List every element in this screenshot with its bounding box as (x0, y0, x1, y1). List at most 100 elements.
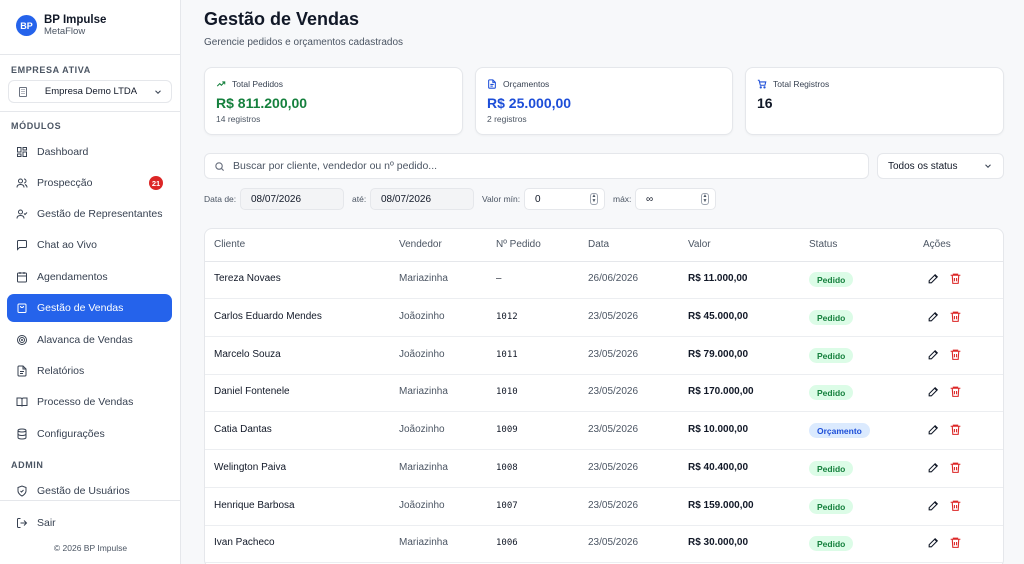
brand-logo: BP (16, 15, 37, 36)
company-select[interactable]: Empresa Demo LTDA (8, 80, 172, 103)
trash-icon[interactable] (949, 348, 962, 361)
document-icon (488, 79, 496, 89)
sidebar-item-processo[interactable]: Processo de Vendas (7, 388, 172, 416)
trash-icon[interactable] (949, 272, 962, 285)
status-badge: Pedido (809, 310, 854, 325)
cell-valor: R$ 79.000,00 (688, 349, 749, 360)
edit-icon[interactable] (927, 385, 940, 398)
sidebar-item-label: Prospecção (37, 177, 93, 189)
trash-icon[interactable] (949, 536, 962, 549)
sidebar-item-chat[interactable]: Chat ao Vivo (7, 231, 172, 259)
stat-note: 2 registros (487, 114, 527, 124)
status-filter-select[interactable]: Todos os status (877, 153, 1004, 179)
edit-icon[interactable] (927, 499, 940, 512)
stat-card-label-row: Total Pedidos (216, 79, 283, 89)
logout-label: Sair (37, 517, 56, 529)
search-input[interactable]: Buscar por cliente, vendedor ou nº pedid… (204, 153, 869, 179)
edit-icon[interactable] (927, 310, 940, 323)
trash-icon[interactable] (949, 499, 962, 512)
column-header[interactable]: Cliente (214, 239, 245, 250)
stat-label: Total Registros (773, 79, 830, 89)
cell-valor: R$ 159.000,00 (688, 500, 754, 511)
sidebar-item-relatorios[interactable]: Relatórios (7, 357, 172, 385)
date-to-input[interactable]: 08/07/2026 (370, 188, 474, 210)
status-badge: Orçamento (809, 423, 870, 438)
brand[interactable]: BP BP Impulse MetaFlow (16, 14, 106, 37)
users-icon (16, 178, 28, 188)
cell-pedido: – (496, 274, 502, 284)
chevron-down-icon (985, 164, 991, 168)
cell-data: 23/05/2026 (588, 386, 639, 397)
edit-icon[interactable] (927, 423, 940, 436)
trash-icon[interactable] (949, 423, 962, 436)
table-row[interactable]: Carlos Eduardo Mendes Joãozinho 1012 23/05/… (205, 299, 1003, 337)
min-value-input[interactable]: 0 ▲ ▼ (524, 188, 605, 210)
sidebar-item-label: Configurações (37, 428, 105, 440)
trending-up-icon (216, 81, 226, 87)
table-row[interactable]: Ivan Pacheco Mariazinha 1006 23/05/2026 R$ 3… (205, 525, 1003, 563)
date-from-input[interactable]: 08/07/2026 (240, 188, 344, 210)
sidebar: BP BP Impulse MetaFlow EMPRESA ATIVA Emp… (0, 0, 181, 564)
table-row[interactable]: Tereza Novaes Mariazinha – 26/06/2026 R$ 11.… (205, 261, 1003, 299)
sidebar-item-gestao-vendas[interactable]: Gestão de Vendas (7, 294, 172, 322)
cell-cliente: Welington Paiva (214, 462, 287, 473)
status-filter-value: Todos os status (888, 160, 958, 172)
cell-pedido: 1009 (496, 425, 518, 435)
sidebar-item-label: Processo de Vendas (37, 396, 134, 408)
cell-vendedor: Mariazinha (399, 537, 448, 548)
trash-icon[interactable] (949, 310, 962, 323)
edit-icon[interactable] (927, 348, 940, 361)
sidebar-item-agendamentos[interactable]: Agendamentos (7, 263, 172, 291)
page-subtitle: Gerencie pedidos e orçamentos cadastrado… (204, 37, 404, 48)
date-to-label: até: (352, 194, 367, 204)
sidebar-item-label: Relatórios (37, 365, 85, 377)
table-row[interactable]: Catia Dantas Joãozinho 1009 23/05/2026 R$ 10… (205, 412, 1003, 450)
edit-icon[interactable] (927, 272, 940, 285)
column-header[interactable]: Status (809, 239, 837, 250)
sidebar-item-label: Dashboard (37, 146, 89, 158)
date-to-value: 08/07/2026 (381, 193, 432, 205)
column-header[interactable]: Nº Pedido (496, 239, 541, 250)
number-stepper[interactable]: ▲ ▼ (701, 193, 709, 205)
edit-icon[interactable] (927, 536, 940, 549)
stat-card-total-registros: Total Registros 16 (745, 67, 1004, 135)
table-row[interactable]: Daniel Fontenele Mariazinha 1010 23/05/2026… (205, 374, 1003, 412)
max-value-label: máx: (613, 194, 632, 204)
table-row[interactable]: Marcelo Souza Joãozinho 1011 23/05/2026 R$ 7… (205, 337, 1003, 375)
cell-valor: R$ 170.000,00 (688, 386, 754, 397)
sidebar-item-prospeccao[interactable]: Prospecção 21 (7, 169, 172, 197)
chevron-down-icon (155, 89, 161, 94)
calendar-icon (17, 272, 27, 283)
trash-icon[interactable] (949, 461, 962, 474)
cell-pedido: 1012 (496, 312, 518, 322)
chat-icon (17, 240, 27, 251)
number-stepper[interactable]: ▲ ▼ (590, 193, 598, 205)
max-value-input[interactable]: ∞ ▲ ▼ (635, 188, 716, 210)
sidebar-item-dashboard[interactable]: Dashboard (7, 138, 172, 166)
status-badge: Pedido (809, 461, 854, 476)
sidebar-item-configuracoes[interactable]: Configurações (7, 420, 172, 448)
cell-vendedor: Mariazinha (399, 462, 448, 473)
cell-cliente: Daniel Fontenele (214, 386, 290, 397)
cell-pedido: 1006 (496, 538, 518, 548)
trash-icon[interactable] (949, 385, 962, 398)
cell-valor: R$ 45.000,00 (688, 311, 749, 322)
brand-title: BP Impulse (44, 14, 107, 26)
table-row[interactable]: Henrique Barbosa Joãozinho 1007 23/05/2026 R… (205, 488, 1003, 526)
company-select-value: Empresa Demo LTDA (44, 86, 138, 97)
dashboard-icon (17, 147, 27, 157)
column-header[interactable]: Valor (688, 239, 711, 250)
column-header[interactable]: Vendedor (399, 239, 442, 250)
edit-icon[interactable] (927, 461, 940, 474)
status-badge: Pedido (809, 348, 854, 363)
sidebar-item-label: Gestão de Usuários (37, 485, 130, 497)
cell-cliente: Henrique Barbosa (214, 500, 295, 511)
sidebar-item-representantes[interactable]: Gestão de Representantes (7, 200, 172, 228)
table-row[interactable]: Welington Paiva Mariazinha 1008 23/05/2026 R… (205, 450, 1003, 488)
cell-cliente: Tereza Novaes (214, 273, 281, 284)
cell-data: 23/05/2026 (588, 537, 639, 548)
column-header[interactable]: Data (588, 239, 609, 250)
logout-button[interactable]: Sair (7, 509, 172, 537)
sidebar-item-alavanca[interactable]: Alavanca de Vendas (7, 326, 172, 354)
database-icon (17, 428, 27, 440)
